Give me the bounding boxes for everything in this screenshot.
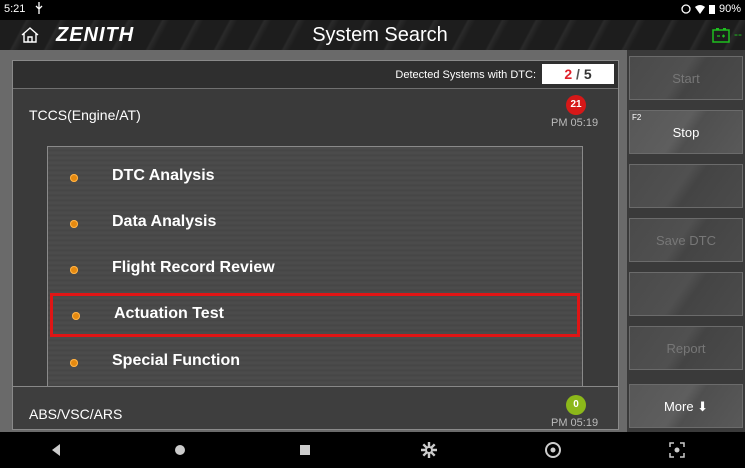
battery-level-icon <box>708 5 715 14</box>
menu-item-data-analysis[interactable]: Data Analysis <box>48 201 582 245</box>
main-area: Detected Systems with DTC: 2 / 5 TCCS(En… <box>0 50 627 432</box>
save-dtc-label: Save DTC <box>656 233 716 248</box>
bullet-icon <box>72 312 80 320</box>
function-button-5[interactable] <box>629 272 743 316</box>
dtc-label: Detected Systems with DTC: <box>395 69 536 81</box>
dtc-badge: 0 <box>566 395 586 415</box>
screenshot-icon[interactable] <box>668 441 686 459</box>
page-title: System Search <box>312 24 448 46</box>
system-row-abs[interactable]: ABS/VSC/ARS 0 PM 05:19 <box>13 386 618 429</box>
menu-item-label: DTC Analysis <box>112 167 215 184</box>
save-dtc-button[interactable]: Save DTC <box>629 218 743 262</box>
recents-icon[interactable] <box>296 441 314 459</box>
dtc-separator: / <box>576 66 580 82</box>
system-row-tccs[interactable]: TCCS(Engine/AT) 21 PM 05:19 <box>13 91 618 141</box>
menu-item-special-function[interactable]: Special Function <box>48 340 582 384</box>
menu-item-label: Special Function <box>112 352 241 369</box>
system-name: TCCS(Engine/AT) <box>29 107 141 123</box>
start-label: Start <box>672 71 700 86</box>
status-bar: 5:21 90% <box>0 0 745 20</box>
start-button[interactable]: Start <box>629 56 743 100</box>
home-nav-icon[interactable] <box>171 441 189 459</box>
bullet-icon <box>70 220 78 228</box>
alarm-icon <box>681 4 691 14</box>
system-submenu: DTC Analysis Data Analysis Flight Record… <box>47 146 583 391</box>
bullet-icon <box>70 359 78 367</box>
dtc-badge: 21 <box>566 95 586 115</box>
bullet-icon <box>70 266 78 274</box>
more-button[interactable]: More ⬇ <box>629 384 743 428</box>
system-timestamp: PM 05:19 <box>551 417 599 429</box>
chrome-icon[interactable] <box>544 441 562 459</box>
menu-item-label: Flight Record Review <box>112 259 275 276</box>
battery-percent: 90% <box>718 3 741 15</box>
more-label: More ⬇ <box>663 399 709 414</box>
usb-icon <box>34 2 44 17</box>
function-button-3[interactable] <box>629 164 743 208</box>
dtc-summary-bar: Detected Systems with DTC: 2 / 5 <box>13 61 618 89</box>
report-button[interactable]: Report <box>629 326 743 370</box>
status-time: 5:21 <box>4 3 26 15</box>
menu-item-label: Data Analysis <box>112 213 217 230</box>
system-timestamp: PM 05:19 <box>551 117 599 129</box>
system-list-panel: Detected Systems with DTC: 2 / 5 TCCS(En… <box>12 60 619 430</box>
menu-item-actuation-test[interactable]: Actuation Test <box>50 293 580 337</box>
dtc-current: 2 <box>564 66 573 82</box>
system-name: ABS/VSC/ARS <box>29 406 123 422</box>
settings-icon[interactable] <box>420 441 438 459</box>
report-label: Report <box>666 341 706 356</box>
stop-button[interactable]: F2 Stop <box>629 110 743 154</box>
back-icon[interactable] <box>47 441 65 459</box>
bullet-icon <box>70 174 78 182</box>
menu-item-label: Actuation Test <box>114 305 224 322</box>
app-header: ZENITH System Search -- <box>0 20 745 50</box>
voltage-readout: -- <box>734 27 742 41</box>
function-sidebar: Start F2 Stop Save DTC Report More ⬇ <box>627 50 745 432</box>
fkey-label: F2 <box>632 113 642 122</box>
wifi-icon <box>694 5 705 14</box>
dtc-total: 5 <box>583 66 592 82</box>
stop-label: Stop <box>672 125 700 140</box>
navigation-bar <box>0 432 745 468</box>
menu-item-flight-record-review[interactable]: Flight Record Review <box>48 247 582 291</box>
dtc-count: 2 / 5 <box>542 64 614 84</box>
menu-item-dtc-analysis[interactable]: DTC Analysis <box>48 155 582 199</box>
battery-icon <box>712 27 730 43</box>
